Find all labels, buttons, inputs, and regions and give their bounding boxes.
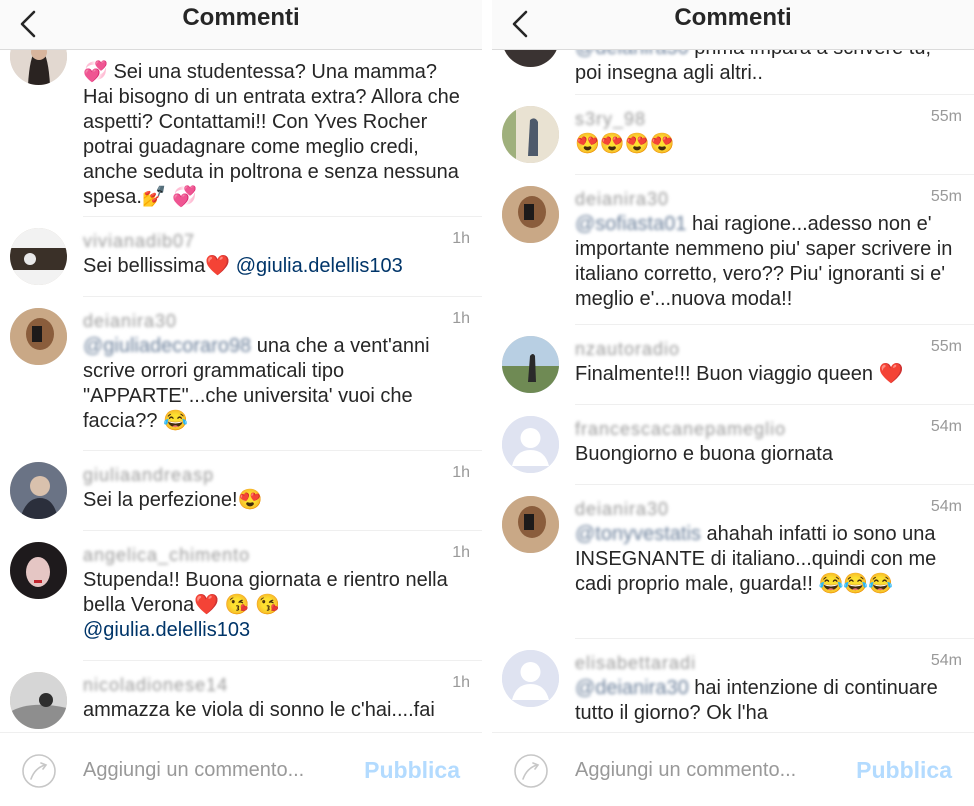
- page-title: Commenti: [674, 4, 792, 31]
- header: Commenti: [492, 0, 974, 50]
- comment-username[interactable]: francescacanepameglio: [575, 416, 962, 442]
- comment-text: 💞 Sei una studentessa? Una mamma? Hai bi…: [83, 61, 460, 208]
- mention-link[interactable]: @deianira30: [575, 50, 689, 59]
- avatar[interactable]: [502, 336, 559, 393]
- comment-text: @deianira30 hai intenzione di continuare…: [575, 676, 962, 726]
- mention-link[interactable]: @sofiasta01: [575, 213, 686, 235]
- comment-input[interactable]: [83, 751, 333, 789]
- comment-username[interactable]: nicoladionese14: [83, 672, 470, 698]
- comment-username[interactable]: s3ry_98: [575, 106, 962, 132]
- comment-username[interactable]: giuliaandreasp: [83, 462, 470, 488]
- comment-composer: Pubblica: [492, 732, 974, 806]
- comment-username[interactable]: elisabettaradi: [575, 650, 962, 676]
- avatar[interactable]: [10, 672, 67, 729]
- comment-text: @giuliadecoraro98 una che a vent'anni sc…: [83, 334, 470, 434]
- comment-text: Sei bellissima❤️ @giulia.delellis103: [83, 254, 470, 279]
- default-avatar-icon[interactable]: [502, 650, 559, 707]
- mention-link[interactable]: @giulia.delellis103: [83, 619, 250, 641]
- divider: [575, 174, 974, 175]
- comment-username[interactable]: angelica_chimento: [83, 542, 470, 568]
- divider: [83, 660, 482, 661]
- post-button[interactable]: Pubblica: [856, 755, 952, 785]
- post-button[interactable]: Pubblica: [364, 755, 460, 785]
- comment-username[interactable]: deianira30: [83, 308, 470, 334]
- divider: [83, 216, 482, 217]
- avatar[interactable]: [10, 50, 67, 85]
- mention-link[interactable]: @giuliadecoraro98: [83, 335, 251, 357]
- avatar[interactable]: [10, 308, 67, 365]
- comment-composer: Pubblica: [0, 732, 482, 806]
- comment-text: @tonyvestatis ahahah infatti io sono una…: [575, 522, 962, 597]
- divider: [575, 638, 974, 639]
- comments-panel-right: Commenti @deianira30 prima impara a scri…: [492, 0, 974, 806]
- comment-text: Stupenda!! Buona giornata e rientro nell…: [83, 568, 470, 643]
- user-avatar-icon[interactable]: [21, 753, 57, 789]
- divider: [83, 450, 482, 451]
- mention-link[interactable]: @giulia.delellis103: [236, 255, 403, 277]
- comment-text-part: Sei bellissima❤️: [83, 255, 236, 277]
- default-avatar-icon[interactable]: [502, 416, 559, 473]
- comment-text: @deianira30 prima impara a scrivere tu, …: [575, 50, 962, 86]
- mention-link[interactable]: @deianira30: [575, 677, 689, 699]
- divider: [575, 324, 974, 325]
- comment-text-part: Stupenda!! Buona giornata e rientro nell…: [83, 569, 448, 616]
- avatar[interactable]: [502, 106, 559, 163]
- comment-text: Buongiorno e buona giornata: [575, 443, 833, 465]
- page-title: Commenti: [182, 4, 300, 31]
- divider: [575, 94, 974, 95]
- comment-text: ammazza ke viola di sonno le c'hai....fa…: [83, 699, 435, 721]
- comment-input[interactable]: [575, 751, 825, 789]
- divider: [83, 296, 482, 297]
- comments-panel-left: Commenti 💞 Sei una studentessa? Una mamm…: [0, 0, 482, 806]
- user-avatar-icon[interactable]: [513, 753, 549, 789]
- comment-username[interactable]: deianira30: [575, 186, 962, 212]
- mention-link[interactable]: @tonyvestatis: [575, 523, 701, 545]
- comment-text: Sei la perfezione!😍: [83, 489, 263, 511]
- divider: [575, 484, 974, 485]
- avatar[interactable]: [10, 462, 67, 519]
- avatar[interactable]: [502, 186, 559, 243]
- avatar[interactable]: [10, 542, 67, 599]
- comment-list[interactable]: 💞 Sei una studentessa? Una mamma? Hai bi…: [0, 50, 482, 732]
- avatar[interactable]: [10, 228, 67, 285]
- comment-list[interactable]: @deianira30 prima impara a scrivere tu, …: [492, 50, 974, 732]
- comment-text: @sofiasta01 hai ragione...adesso non e' …: [575, 212, 962, 312]
- divider: [575, 404, 974, 405]
- comment-text: Finalmente!!! Buon viaggio queen ❤️: [575, 363, 904, 385]
- comment-username[interactable]: nzautoradio: [575, 336, 962, 362]
- header: Commenti: [0, 0, 482, 50]
- comment-username[interactable]: deianira30: [575, 496, 962, 522]
- avatar[interactable]: [502, 496, 559, 553]
- comment-text: 😍😍😍😍: [575, 133, 675, 155]
- panel-gap: [482, 0, 492, 806]
- divider: [83, 530, 482, 531]
- comment-username[interactable]: vivianadib07: [83, 228, 470, 254]
- avatar[interactable]: [502, 50, 559, 67]
